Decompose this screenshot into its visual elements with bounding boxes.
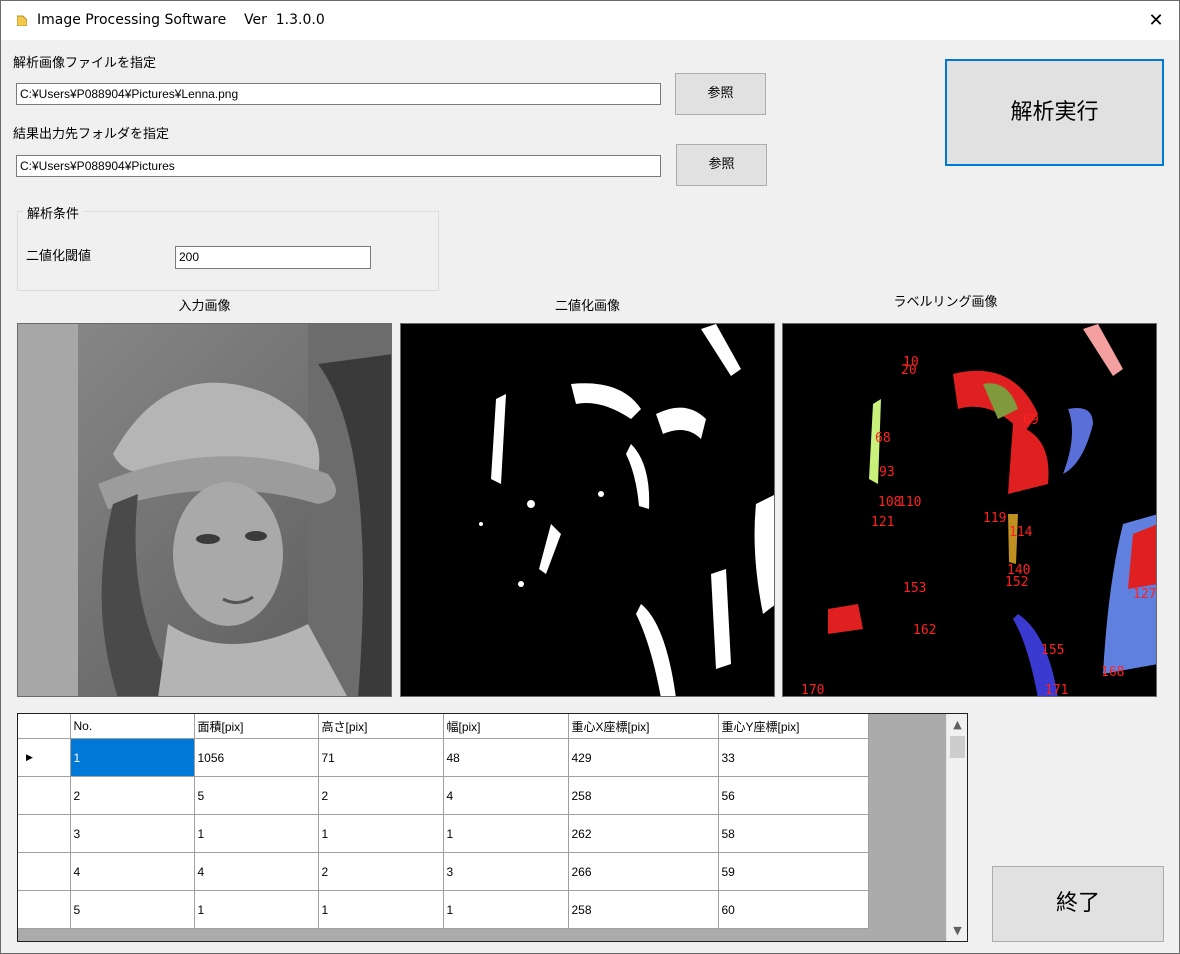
table-cell[interactable]: 2 — [318, 776, 444, 815]
table-cell[interactable]: 1 — [194, 890, 319, 929]
title-bar[interactable]: Image Processing Software Ver 1.3.0.0 ✕ — [1, 1, 1179, 40]
input-file-label: 解析画像ファイルを指定 — [13, 56, 157, 71]
table-row[interactable]: 5 1 1 1 258 60 — [18, 890, 869, 929]
table-cell[interactable]: 2 — [318, 852, 444, 891]
label-image-caption: ラベルリング画像 — [893, 295, 998, 310]
col-header-width[interactable]: 幅[pix] — [443, 714, 569, 739]
conditions-title: 解析条件 — [23, 203, 84, 222]
col-header-centroid-y[interactable]: 重心Y座標[pix] — [718, 714, 869, 739]
svg-text:127: 127 — [1133, 587, 1156, 602]
table-cell[interactable]: 1 — [318, 890, 444, 929]
table-cell[interactable]: 56 — [718, 776, 869, 815]
col-header-area[interactable]: 面積[pix] — [194, 714, 319, 739]
svg-text:121: 121 — [871, 515, 894, 530]
svg-text:171: 171 — [1045, 683, 1068, 697]
table-row[interactable]: ▶ 1 1056 71 48 429 33 — [18, 738, 869, 777]
svg-text:119: 119 — [983, 511, 1006, 526]
table-cell[interactable]: 262 — [568, 814, 719, 853]
svg-text:168: 168 — [1101, 665, 1124, 680]
svg-text:68: 68 — [875, 431, 891, 446]
row-header[interactable] — [18, 814, 71, 853]
table-cell[interactable]: 1 — [443, 814, 569, 853]
table-cell[interactable]: 1 — [194, 814, 319, 853]
table-cell[interactable]: 3 — [443, 852, 569, 891]
table-row[interactable]: 3 1 1 1 262 58 — [18, 814, 869, 853]
table-cell[interactable]: 48 — [443, 738, 569, 777]
table-cell[interactable]: 1 — [443, 890, 569, 929]
table-cell[interactable]: 71 — [318, 738, 444, 777]
row-header[interactable] — [18, 852, 71, 891]
row-header-corner — [18, 714, 71, 739]
scroll-down-icon[interactable]: ▼ — [947, 920, 967, 941]
input-image-caption: 入力画像 — [178, 299, 231, 314]
scroll-thumb[interactable] — [950, 736, 965, 758]
svg-text:110: 110 — [898, 495, 921, 510]
table-cell[interactable]: 5 — [194, 776, 319, 815]
table-cell[interactable]: 5 — [70, 890, 195, 929]
threshold-label: 二値化閾値 — [26, 249, 92, 264]
col-header-height[interactable]: 高さ[pix] — [318, 714, 444, 739]
table-cell[interactable]: 1 — [70, 738, 195, 777]
svg-text:162: 162 — [913, 623, 936, 638]
output-folder-label: 結果出力先フォルダを指定 — [13, 127, 170, 142]
output-folder-field[interactable]: C:¥Users¥P088904¥Pictures — [16, 155, 661, 177]
table-cell[interactable]: 4 — [194, 852, 319, 891]
row-header[interactable] — [18, 776, 71, 815]
row-pointer-icon: ▶ — [18, 738, 71, 777]
exit-button[interactable]: 終了 — [992, 866, 1164, 942]
binary-image — [400, 323, 775, 697]
table-row[interactable]: 2 5 2 4 258 56 — [18, 776, 869, 815]
app-icon — [17, 15, 27, 26]
table-cell[interactable]: 60 — [718, 890, 869, 929]
table-cell[interactable]: 4 — [443, 776, 569, 815]
table-cell[interactable]: 1056 — [194, 738, 319, 777]
col-header-no[interactable]: No. — [70, 714, 195, 739]
window-title: Image Processing Software Ver 1.3.0.0 — [37, 12, 325, 28]
table-cell[interactable]: 1 — [318, 814, 444, 853]
binary-image-caption: 二値化画像 — [554, 299, 620, 314]
svg-text:155: 155 — [1041, 643, 1064, 658]
table-cell[interactable]: 258 — [568, 776, 719, 815]
input-image — [17, 323, 392, 697]
table-row[interactable]: 4 4 2 3 266 59 — [18, 852, 869, 891]
vertical-scrollbar[interactable]: ▲ ▼ — [946, 714, 967, 941]
labeling-image: 20 10 68 93 108 110 121 114 119 140 152 … — [782, 323, 1157, 697]
table-cell[interactable]: 4 — [70, 852, 195, 891]
app-window: Image Processing Software Ver 1.3.0.0 ✕ … — [0, 0, 1180, 954]
row-header[interactable] — [18, 890, 71, 929]
svg-text:93: 93 — [879, 465, 895, 480]
close-button[interactable]: ✕ — [1133, 1, 1179, 40]
svg-text:170: 170 — [801, 683, 824, 697]
run-analysis-button[interactable]: 解析実行 — [945, 59, 1164, 166]
table-cell[interactable]: 266 — [568, 852, 719, 891]
svg-text:153: 153 — [903, 581, 926, 596]
svg-text:69: 69 — [1023, 413, 1039, 428]
table-cell[interactable]: 33 — [718, 738, 869, 777]
input-browse-button[interactable]: 参照 — [675, 73, 766, 115]
threshold-input[interactable]: 200 — [175, 246, 371, 269]
results-grid[interactable]: No. 面積[pix] 高さ[pix] 幅[pix] 重心X座標[pix] 重心… — [17, 713, 968, 942]
input-file-field[interactable]: C:¥Users¥P088904¥Pictures¥Lenna.png — [16, 83, 661, 105]
results-table: No. 面積[pix] 高さ[pix] 幅[pix] 重心X座標[pix] 重心… — [18, 714, 869, 929]
col-header-centroid-x[interactable]: 重心X座標[pix] — [568, 714, 719, 739]
scroll-up-icon[interactable]: ▲ — [947, 714, 967, 735]
table-cell[interactable]: 258 — [568, 890, 719, 929]
svg-text:152: 152 — [1005, 575, 1028, 590]
output-browse-button[interactable]: 参照 — [676, 144, 767, 186]
svg-text:10: 10 — [903, 355, 919, 370]
svg-text:114: 114 — [1009, 525, 1033, 540]
table-cell[interactable]: 2 — [70, 776, 195, 815]
table-cell[interactable]: 3 — [70, 814, 195, 853]
table-cell[interactable]: 59 — [718, 852, 869, 891]
table-cell[interactable]: 58 — [718, 814, 869, 853]
table-cell[interactable]: 429 — [568, 738, 719, 777]
